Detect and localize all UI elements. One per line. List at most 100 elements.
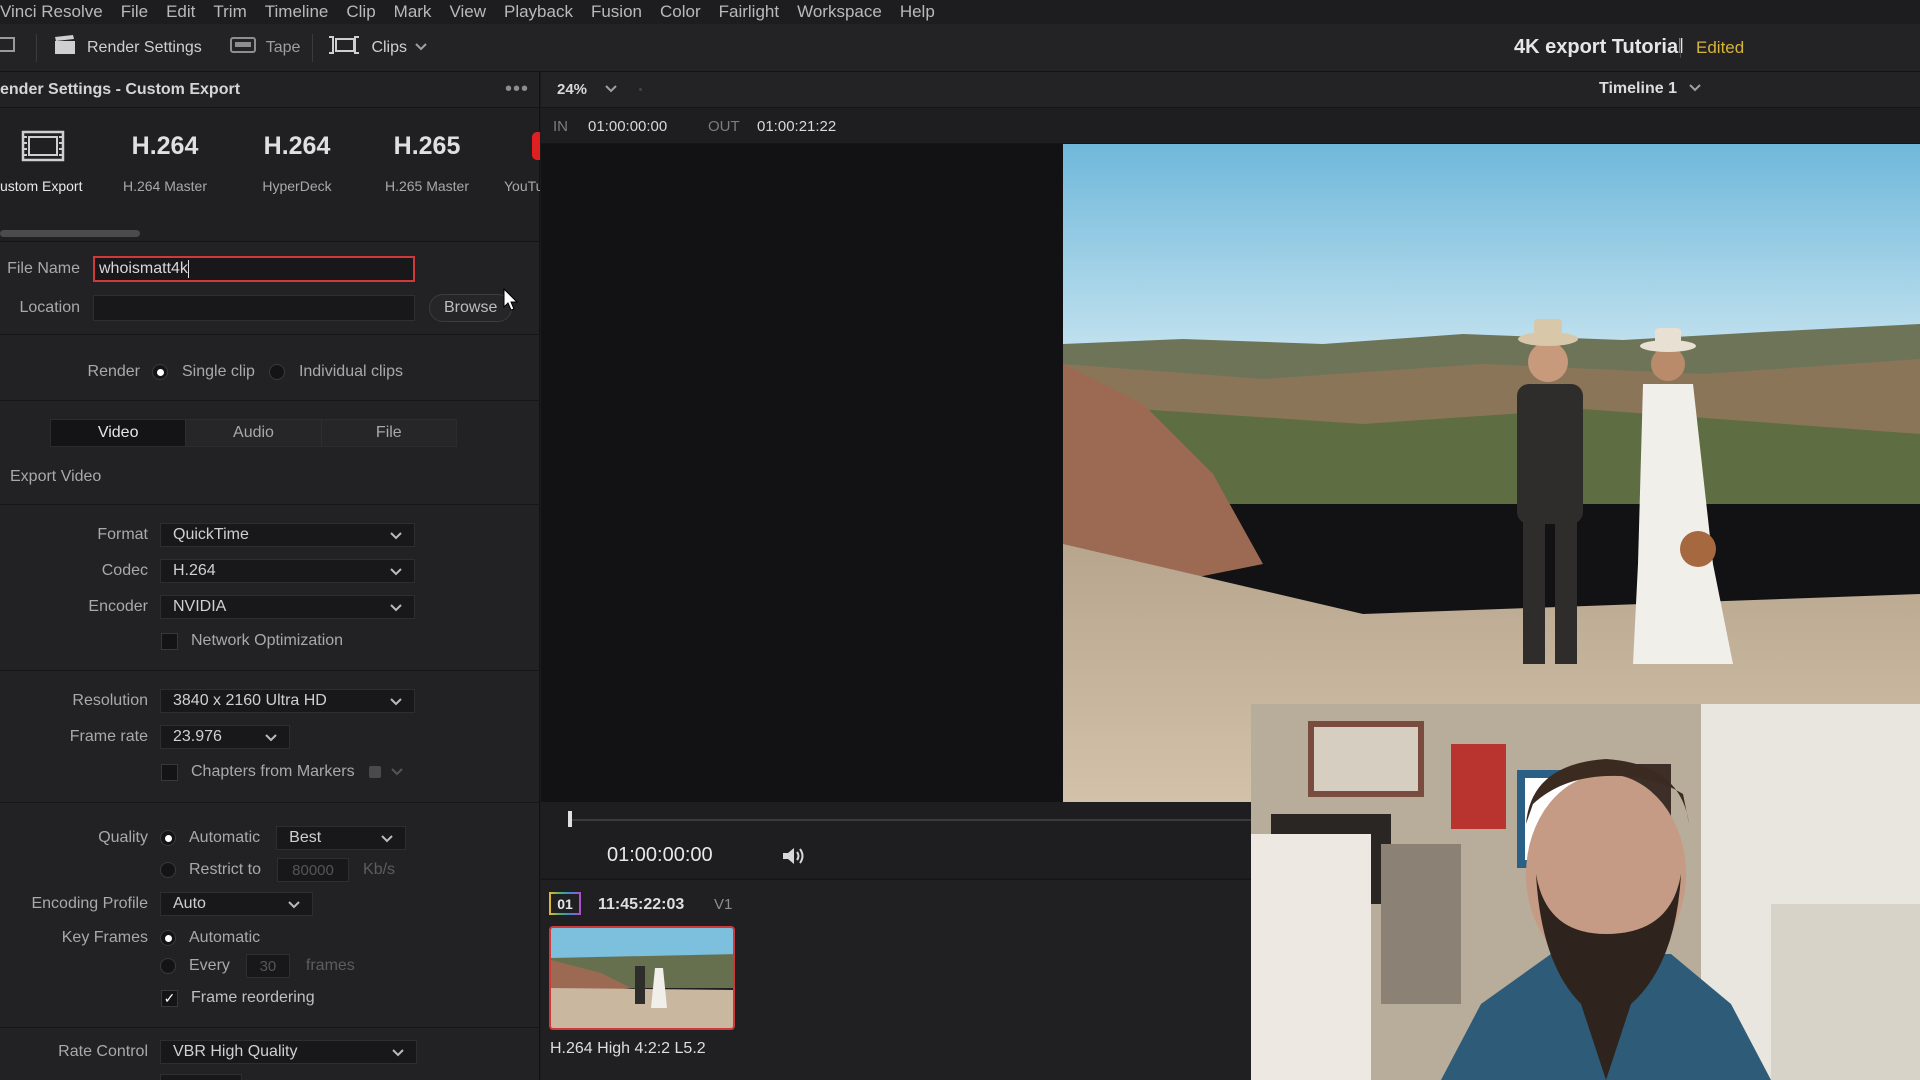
restrict-input[interactable]: 80000 <box>277 858 350 882</box>
format-label: Format <box>97 526 148 543</box>
codec-value: H.264 <box>173 562 216 579</box>
quality-select[interactable]: Best <box>276 826 407 850</box>
menu-item-timeline[interactable]: Timeline <box>265 2 329 22</box>
frames-unit: frames <box>305 957 355 974</box>
menu-item-view[interactable]: View <box>449 2 486 22</box>
preset-scrollbar[interactable] <box>0 230 140 237</box>
key-frames-auto-radio[interactable] <box>160 930 176 946</box>
rate-control-select[interactable]: VBR High Quality <box>160 1040 417 1064</box>
menu-item-file[interactable]: File <box>121 2 148 22</box>
menu-item-mark[interactable]: Mark <box>394 2 432 22</box>
panel-toggle-icon[interactable] <box>0 35 16 60</box>
out-label: OUT <box>708 118 740 135</box>
encoder-select[interactable]: NVIDIA <box>160 595 415 619</box>
network-opt-checkbox[interactable] <box>161 632 178 650</box>
tab-file[interactable]: File <box>322 420 456 446</box>
preset-hyperdeck[interactable]: H.264 HyperDeck <box>232 126 362 194</box>
resolution-select[interactable]: 3840 x 2160 Ultra HD <box>160 689 415 713</box>
speaker-icon[interactable] <box>781 845 805 872</box>
individual-clips-label[interactable]: Individual clips <box>299 363 403 381</box>
in-timecode[interactable]: 01:00:00:00 <box>588 118 667 135</box>
out-timecode[interactable]: 01:00:21:22 <box>757 118 836 135</box>
preset-label: HyperDeck <box>262 178 332 194</box>
title-divider <box>1680 38 1681 58</box>
chevron-down-icon[interactable] <box>390 767 403 777</box>
frame-reordering-checkbox[interactable]: ✓ <box>161 989 178 1007</box>
viewer-header: 24% Timeline 1 <box>541 72 1920 108</box>
clip-thumbnail[interactable] <box>549 926 735 1030</box>
clips-button[interactable]: Clips <box>327 35 437 60</box>
frame-rate-select[interactable]: 23.976 <box>160 725 290 749</box>
menu-item-fusion[interactable]: Fusion <box>591 2 642 22</box>
menu-item-workspace[interactable]: Workspace <box>797 2 882 22</box>
preset-custom-export[interactable]: ustom Export <box>0 126 108 194</box>
section-divider <box>0 670 540 671</box>
preset-h265-master[interactable]: H.265 H.265 Master <box>362 126 492 194</box>
menu-item-help[interactable]: Help <box>900 2 935 22</box>
key-frames-auto-label[interactable]: Automatic <box>189 929 260 947</box>
export-video-heading: Export Video <box>10 468 102 485</box>
file-name-input[interactable]: whoismatt4k <box>93 256 415 282</box>
tape-label: Tape <box>265 38 301 56</box>
preset-codec: H.264 <box>263 132 331 160</box>
menu-item-fairlight[interactable]: Fairlight <box>719 2 779 22</box>
preset-label: YouTu <box>504 178 540 194</box>
individual-clips-radio[interactable] <box>268 364 285 380</box>
timeline-select[interactable]: Timeline 1 <box>1599 80 1702 98</box>
format-select[interactable]: QuickTime <box>160 523 415 547</box>
encoder-row: Encoder NVIDIA <box>0 595 415 619</box>
film-icon <box>0 126 108 166</box>
format-row: Format QuickTime <box>0 523 415 547</box>
menu-item-clip[interactable]: Clip <box>346 2 375 22</box>
clip-track: V1 <box>714 896 733 913</box>
clip-timecode: 11:45:22:03 <box>598 896 685 913</box>
tape-icon <box>229 36 266 59</box>
marker-color-icon[interactable] <box>368 766 381 778</box>
restrict-label[interactable]: Restrict to <box>189 861 261 879</box>
toolbar: Render Settings Tape Clips 4K export Tut… <box>0 24 1920 72</box>
tab-audio[interactable]: Audio <box>186 420 322 446</box>
cut-off-input[interactable] <box>160 1074 242 1080</box>
preset-youtube[interactable]: YouTu <box>490 126 540 194</box>
codec-row: Codec H.264 <box>0 559 415 583</box>
encoding-profile-select[interactable]: Auto <box>160 892 313 916</box>
render-settings-panel: ender Settings - Custom Export ••• ustom… <box>0 72 540 1080</box>
scrub-track[interactable] <box>571 819 1251 821</box>
render-settings-button[interactable]: Render Settings <box>53 34 202 61</box>
more-options-button[interactable]: ••• <box>505 78 529 101</box>
toolbar-separator <box>312 33 314 62</box>
playhead-timecode: 01:00:00:00 <box>607 844 713 866</box>
render-panel-header: ender Settings - Custom Export ••• <box>0 72 539 108</box>
every-label[interactable]: Every <box>189 957 230 975</box>
encoding-profile-row: Encoding Profile Auto <box>0 892 313 916</box>
restrict-radio[interactable] <box>160 862 176 878</box>
quality-auto-label[interactable]: Automatic <box>189 829 260 847</box>
location-input[interactable] <box>93 295 415 321</box>
single-clip-label[interactable]: Single clip <box>182 363 255 381</box>
menu-item-color[interactable]: Color <box>660 2 701 22</box>
project-status: Edited <box>1696 38 1745 57</box>
menu-item-trim[interactable]: Trim <box>213 2 246 22</box>
menu-item-playback[interactable]: Playback <box>504 2 573 22</box>
single-clip-radio[interactable] <box>152 364 168 380</box>
frame-rate-value: 23.976 <box>173 728 222 745</box>
frame-reordering-label[interactable]: Frame reordering <box>191 989 315 1007</box>
zoom-select[interactable]: 24% <box>557 81 617 98</box>
tab-video[interactable]: Video <box>51 420 187 446</box>
preset-h264-master[interactable]: H.264 H.264 Master <box>100 126 230 194</box>
network-opt-label[interactable]: Network Optimization <box>191 632 343 650</box>
every-radio[interactable] <box>160 958 176 974</box>
browse-button[interactable]: Browse <box>429 294 513 322</box>
chapters-checkbox[interactable] <box>161 763 178 781</box>
playhead[interactable] <box>568 811 572 827</box>
tape-button[interactable]: Tape <box>229 36 301 59</box>
text-caret <box>187 260 189 278</box>
toolbar-separator <box>36 33 37 62</box>
menu-item-vinci-resolve[interactable]: Vinci Resolve <box>0 2 103 22</box>
frame-rate-row: Frame rate 23.976 <box>0 725 290 749</box>
quality-auto-radio[interactable] <box>160 830 176 846</box>
menu-item-edit[interactable]: Edit <box>166 2 195 22</box>
codec-select[interactable]: H.264 <box>160 559 415 583</box>
every-input[interactable]: 30 <box>245 954 290 978</box>
chapters-label[interactable]: Chapters from Markers <box>191 763 355 781</box>
